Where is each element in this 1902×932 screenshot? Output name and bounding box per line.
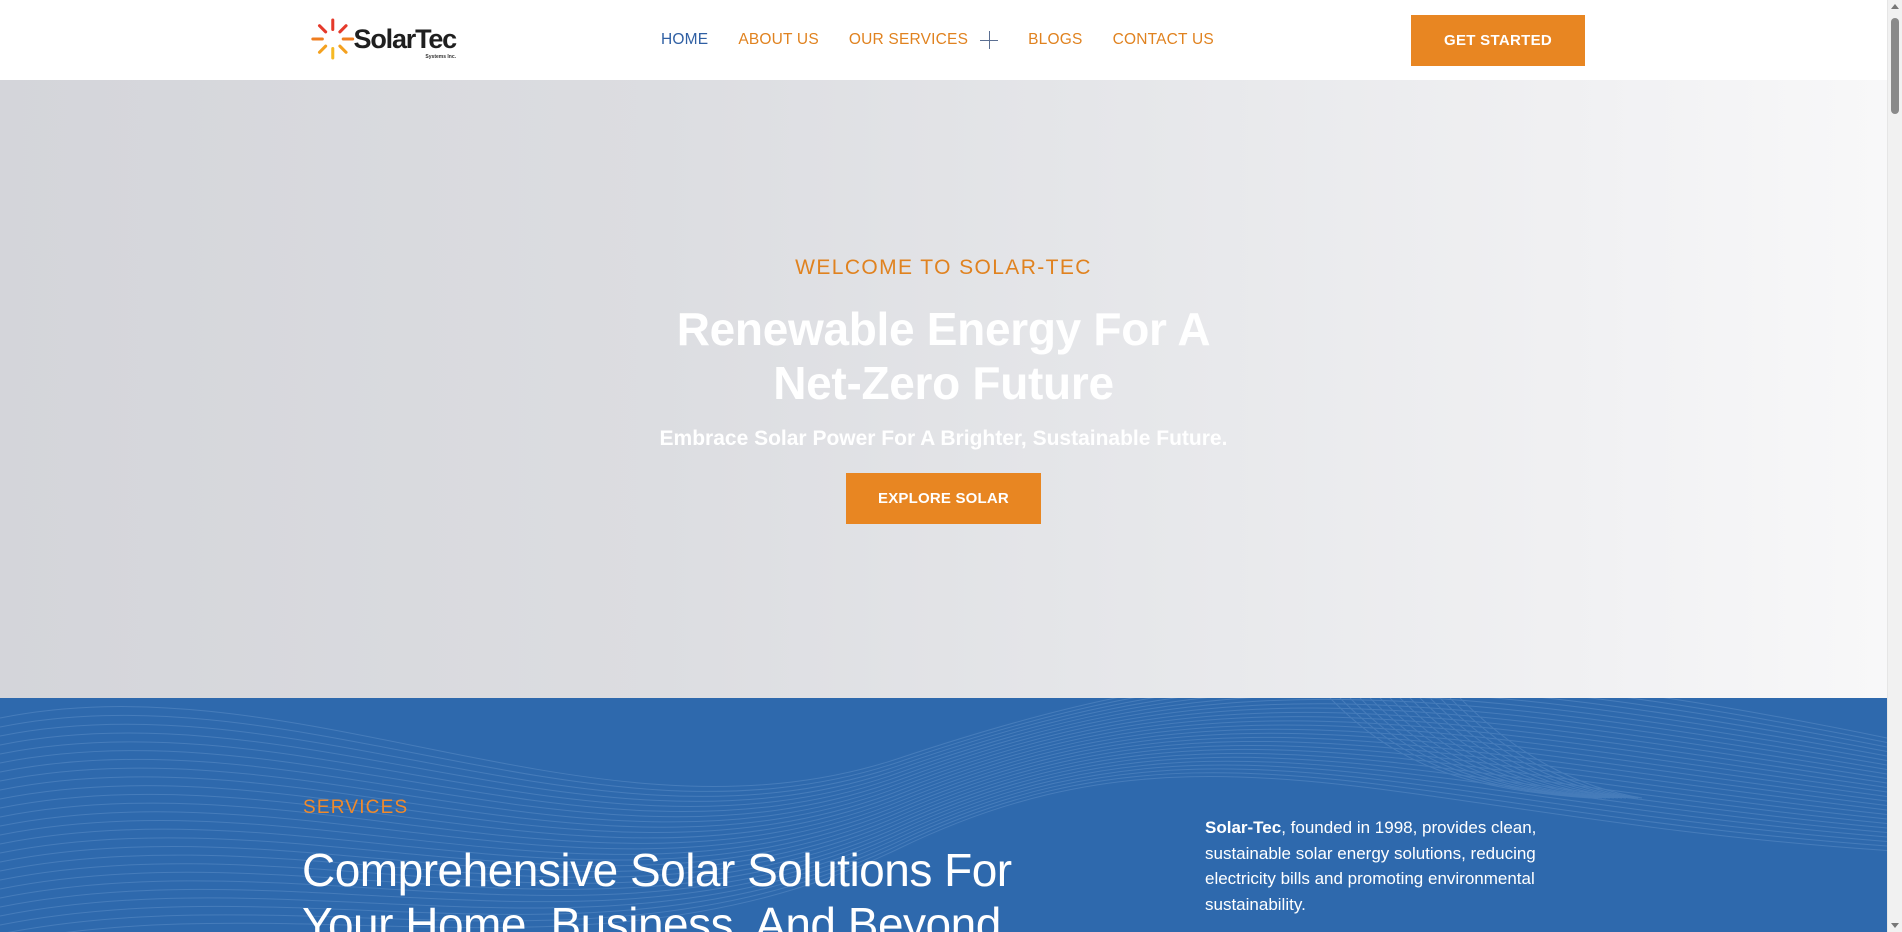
nav-contact-label: CONTACT US [1112, 31, 1214, 48]
nav-home-label: HOME [661, 31, 709, 48]
page-scrollbar[interactable] [1887, 0, 1902, 932]
wave-line [0, 716, 1887, 839]
hero-title: Renewable Energy For A Net-Zero Future [0, 302, 1887, 410]
sun-logo-icon [311, 18, 355, 60]
services-description: Solar-Tec, founded in 1998, provides cle… [1205, 815, 1595, 917]
hero-title-line2: Net-Zero Future [773, 357, 1114, 409]
nav-contact-us[interactable]: CONTACT US [1113, 31, 1214, 49]
explore-solar-button[interactable]: EXPLORE SOLAR [846, 473, 1041, 524]
services-title-line1: Comprehensive Solar Solutions For [302, 844, 1012, 896]
logo-subtitle: Systems Inc. [425, 54, 456, 60]
scroll-down-icon[interactable] [1891, 923, 1899, 928]
services-eyebrow: SERVICES [303, 797, 409, 818]
get-started-button[interactable]: GET STARTED [1411, 15, 1585, 66]
nav-about-us[interactable]: ABOUT US [738, 31, 819, 49]
scrollbar-thumb[interactable] [1891, 18, 1899, 114]
scroll-up-icon[interactable] [1891, 4, 1899, 9]
main-nav: HOME ABOUT US OUR SERVICES BLOGS CONTACT… [661, 29, 1244, 51]
nav-blogs[interactable]: BLOGS [1028, 31, 1082, 49]
services-title: Comprehensive Solar Solutions For Your H… [302, 843, 1182, 932]
plus-icon[interactable] [980, 31, 999, 49]
nav-services-label: OUR SERVICES [848, 31, 969, 48]
nav-about-label: ABOUT US [738, 31, 819, 48]
services-title-line2: Your Home, Business, And Beyond [302, 898, 1001, 932]
hero-section: WELCOME TO SOLAR-TEC Renewable Energy Fo… [0, 80, 1887, 698]
page: SolarTec Systems Inc. HOME ABOUT US OUR … [0, 0, 1887, 932]
hero-title-line1: Renewable Energy For A [676, 303, 1211, 355]
hero-eyebrow: WELCOME TO SOLAR-TEC [795, 256, 1092, 279]
nav-home[interactable]: HOME [661, 31, 708, 49]
services-desc-brand: Solar-Tec [1205, 818, 1282, 837]
site-logo[interactable]: SolarTec Systems Inc. [310, 16, 458, 62]
nav-blogs-label: BLOGS [1028, 31, 1083, 48]
wave-line [1389, 698, 1615, 799]
logo-text: SolarTec Systems Inc. [353, 24, 458, 60]
services-section: SERVICES Comprehensive Solar Solutions F… [0, 698, 1887, 932]
logo-name: SolarTec [353, 24, 458, 54]
site-header: SolarTec Systems Inc. HOME ABOUT US OUR … [0, 0, 1887, 80]
nav-our-services[interactable]: OUR SERVICES [848, 31, 999, 49]
hero-subtitle: Embrace Solar Power For A Brighter, Sust… [659, 427, 1228, 450]
